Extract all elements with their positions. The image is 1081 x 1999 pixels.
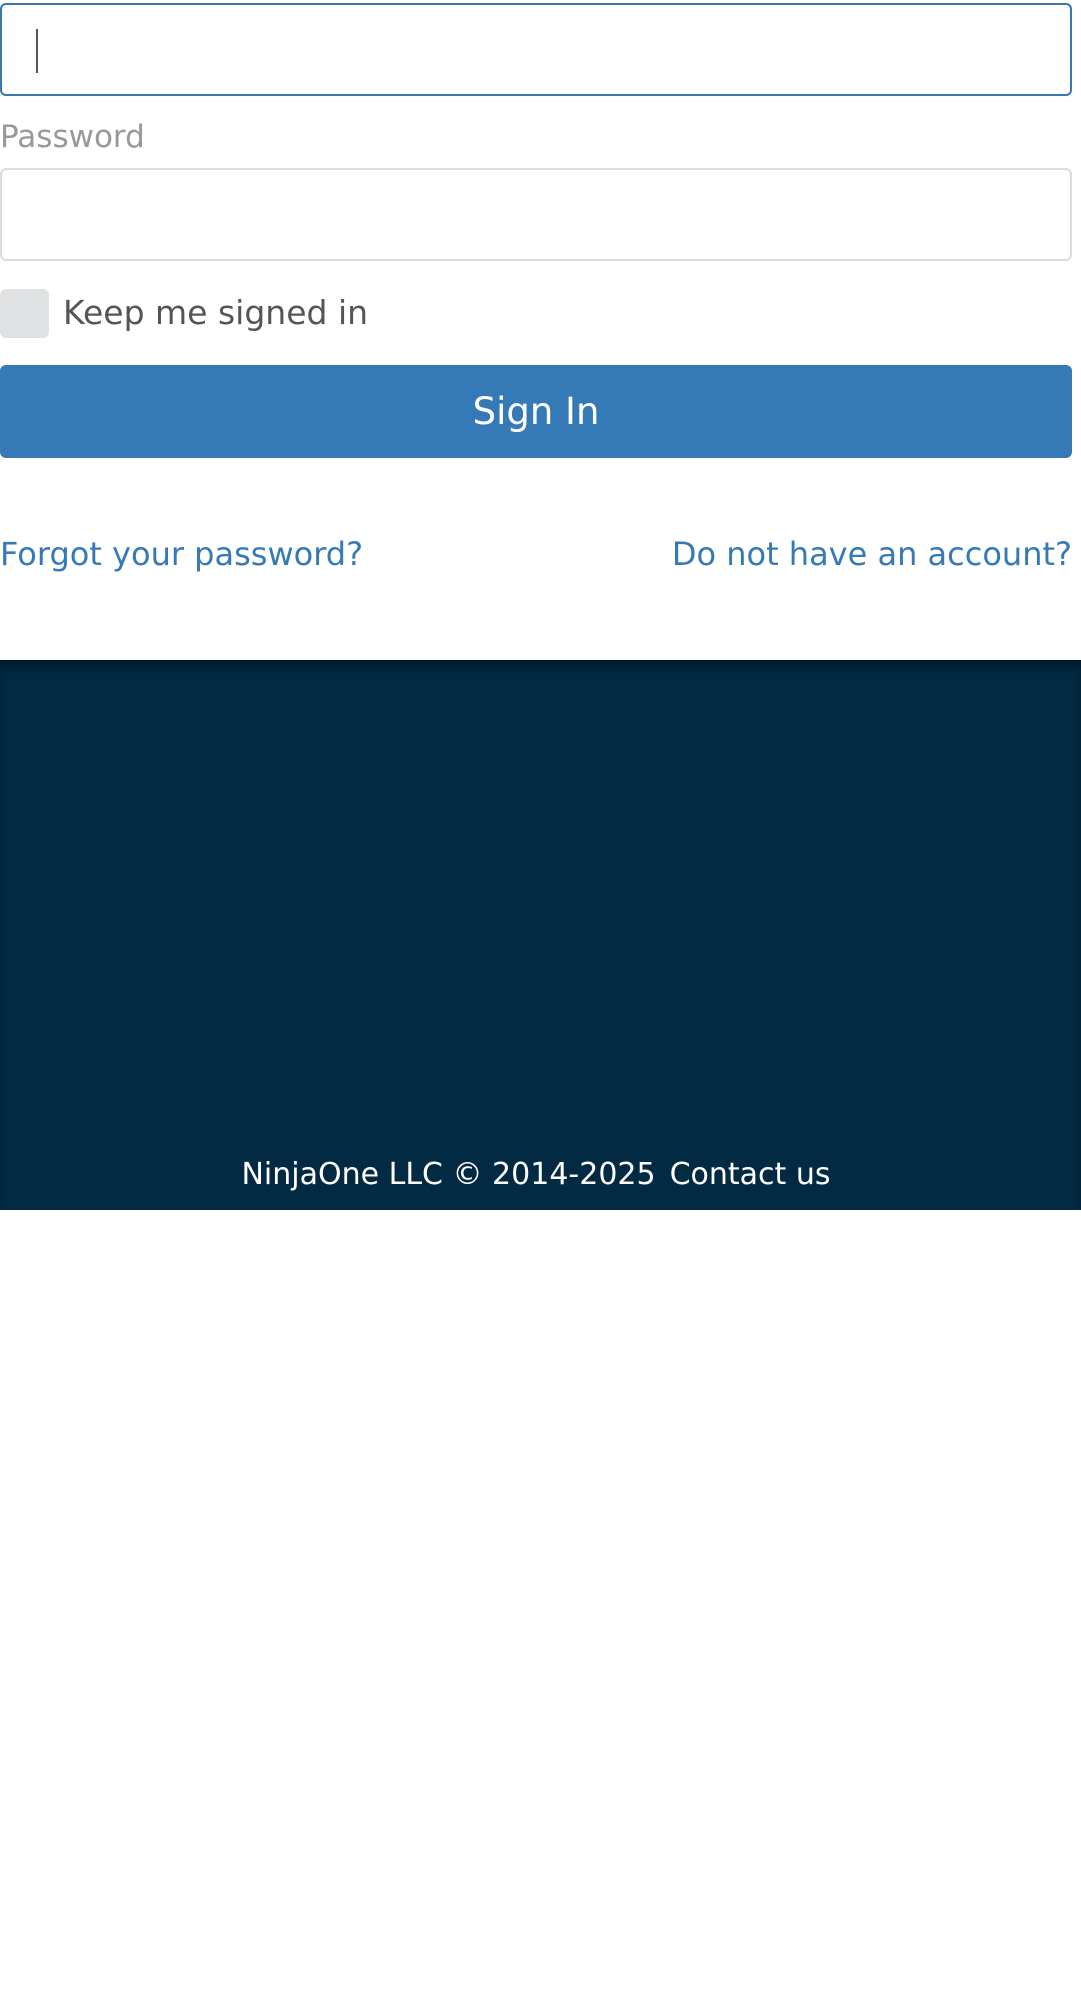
remember-me-row: Keep me signed in [0, 288, 1072, 338]
auth-links-row: Forgot your password? Do not have an acc… [0, 532, 1072, 576]
username-input[interactable] [0, 3, 1072, 96]
sign-in-button[interactable]: Sign In [0, 365, 1072, 458]
password-input[interactable] [0, 168, 1072, 261]
contact-us-link[interactable]: Contact us [670, 1157, 831, 1192]
no-account-link[interactable]: Do not have an account? [672, 535, 1072, 573]
password-label: Password [0, 119, 145, 155]
remember-me-label[interactable]: Keep me signed in [63, 288, 368, 338]
text-caret [36, 29, 38, 73]
footer-text: NinjaOne LLC © 2014-2025 Contact us [0, 1154, 1072, 1194]
copyright-text: NinjaOne LLC © 2014-2025 [241, 1156, 656, 1192]
remember-me-checkbox[interactable] [0, 288, 49, 338]
forgot-password-link[interactable]: Forgot your password? [0, 535, 363, 573]
login-form: Password Keep me signed in Sign In Forgo… [0, 3, 1072, 576]
page-footer [0, 660, 1081, 1210]
